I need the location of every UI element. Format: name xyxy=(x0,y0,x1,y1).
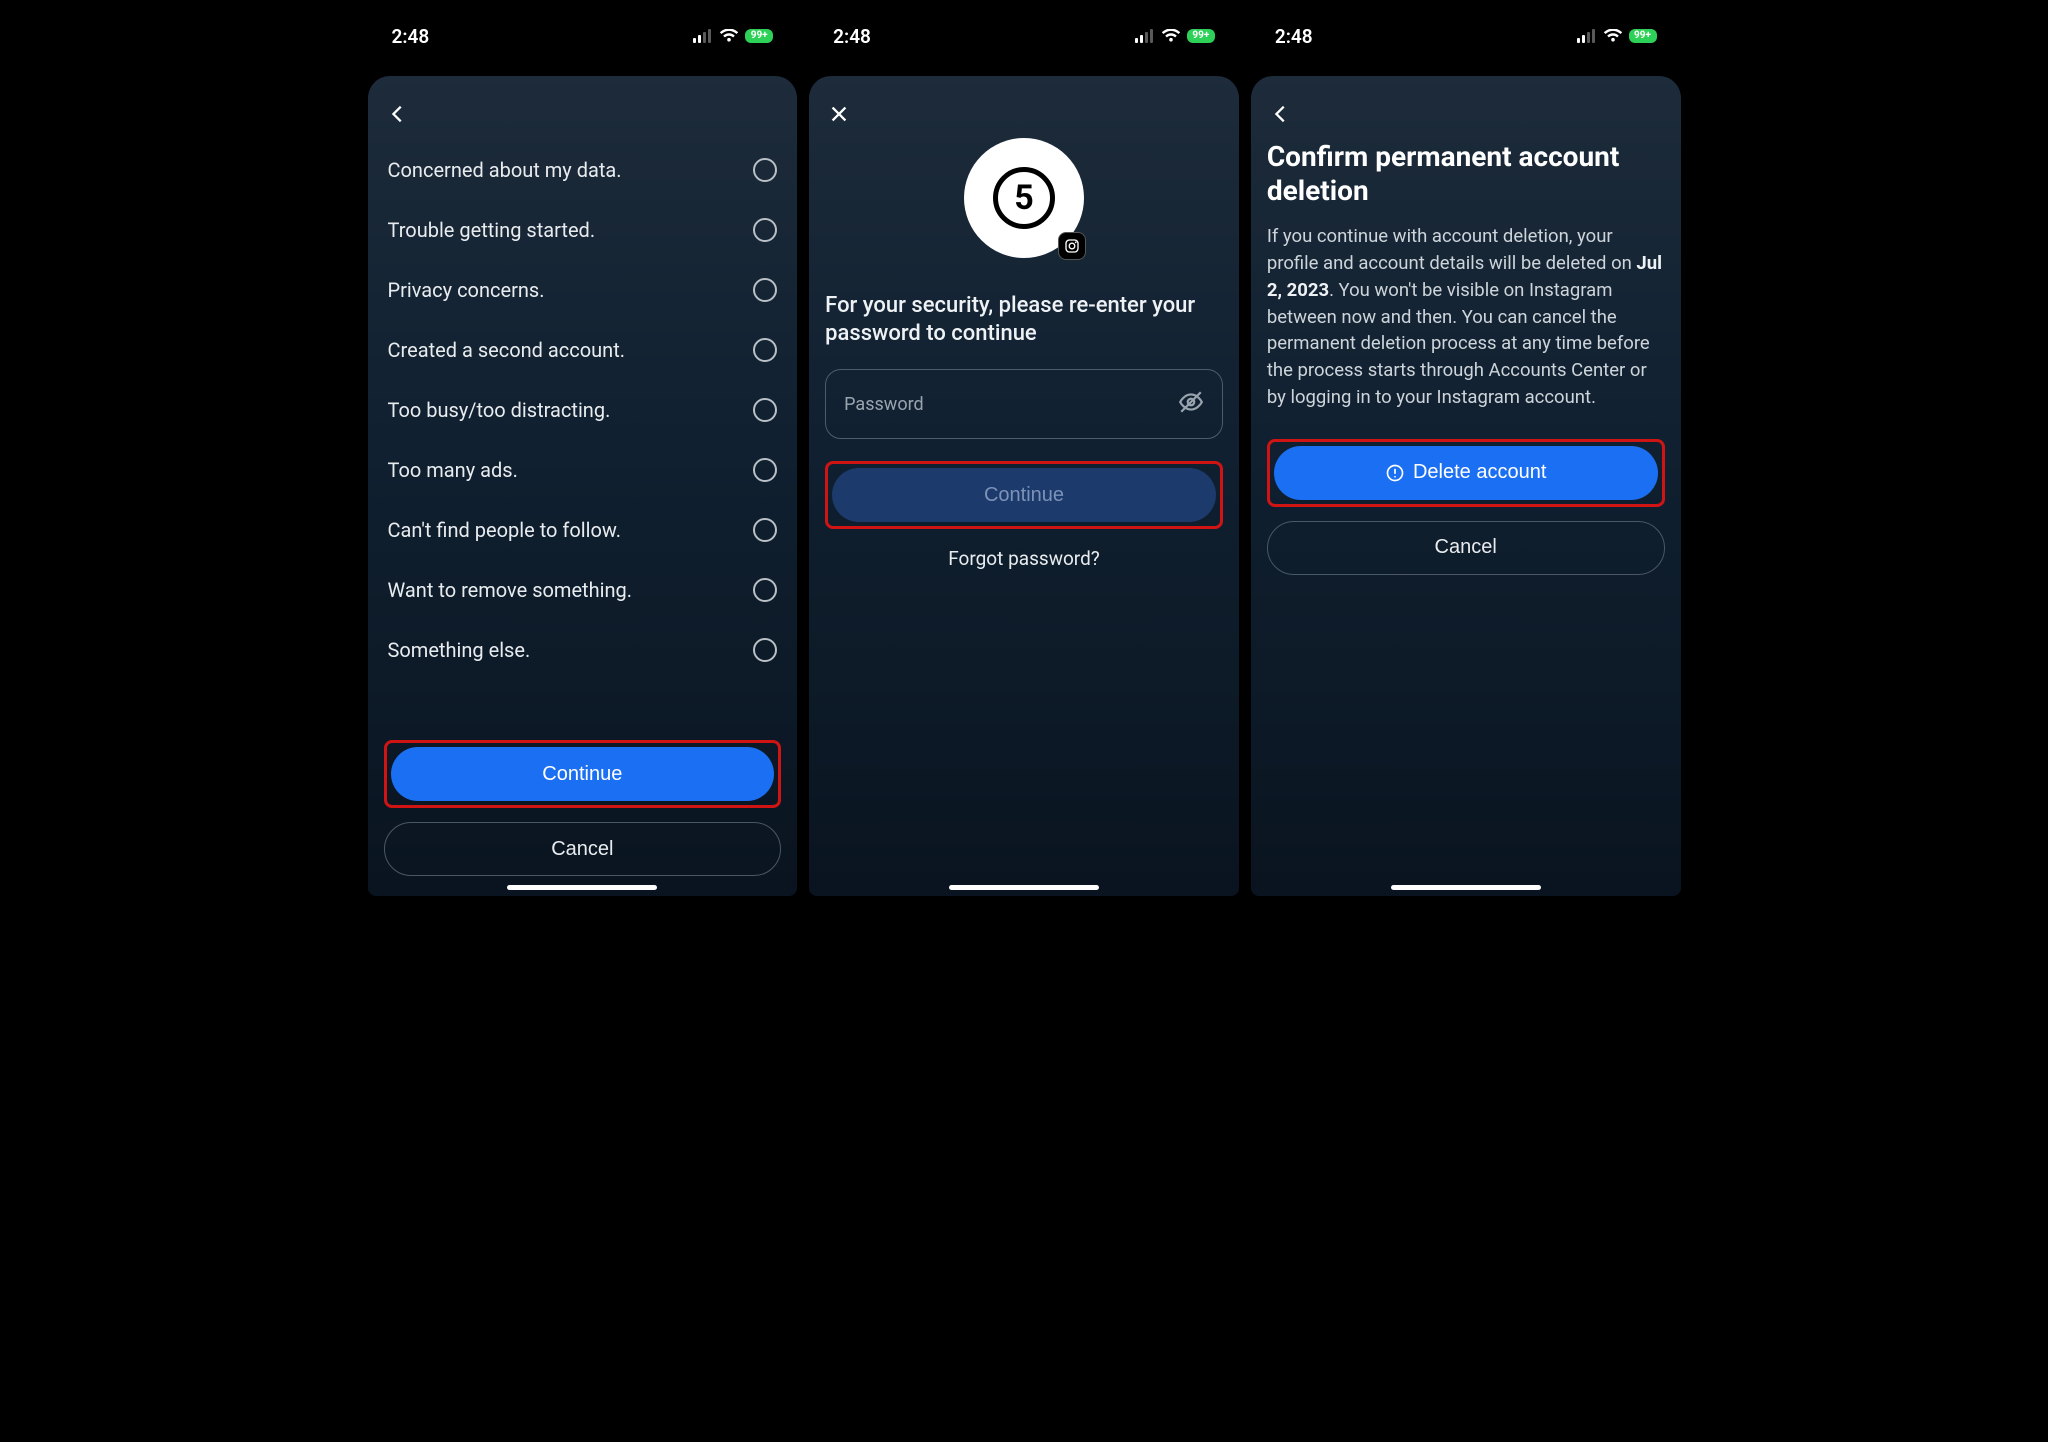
highlight-box: Continue xyxy=(384,740,782,808)
continue-button[interactable]: Continue xyxy=(832,468,1216,522)
home-indicator[interactable] xyxy=(949,885,1099,890)
status-bar: 2:48 99+ xyxy=(809,10,1239,62)
avatar: 5 xyxy=(964,138,1084,258)
status-bar: 2:48 99+ xyxy=(1251,10,1681,62)
status-icons: 99+ xyxy=(693,29,773,43)
instagram-badge-icon xyxy=(1058,232,1086,260)
cell-signal-icon xyxy=(693,29,713,43)
avatar-text: 5 xyxy=(993,167,1055,229)
highlight-box: Delete account xyxy=(1267,439,1665,507)
cell-signal-icon xyxy=(1577,29,1597,43)
reason-label: Trouble getting started. xyxy=(388,218,596,242)
avatar-container: 5 xyxy=(825,138,1223,258)
reason-label: Privacy concerns. xyxy=(388,278,545,302)
radio-icon xyxy=(753,518,777,542)
continue-button[interactable]: Continue xyxy=(391,747,775,801)
delete-account-label: Delete account xyxy=(1413,461,1546,484)
home-indicator[interactable] xyxy=(1391,885,1541,890)
alert-icon xyxy=(1385,463,1405,483)
confirm-title: Confirm permanent account deletion xyxy=(1267,140,1665,207)
radio-icon xyxy=(753,458,777,482)
radio-icon xyxy=(753,638,777,662)
reason-label: Created a second account. xyxy=(388,338,626,362)
reason-option[interactable]: Too many ads. xyxy=(384,440,782,500)
wifi-icon xyxy=(1603,29,1623,43)
phone-screen-1: 2:48 99+ Concerned about my data. Troubl… xyxy=(368,10,798,896)
radio-icon xyxy=(753,278,777,302)
reason-label: Want to remove something. xyxy=(388,578,633,602)
cancel-button[interactable]: Cancel xyxy=(1267,521,1665,575)
highlight-box: Continue xyxy=(825,461,1223,529)
confirm-deletion-sheet: Confirm permanent account deletion If yo… xyxy=(1251,76,1681,896)
eye-off-icon[interactable] xyxy=(1178,389,1204,420)
reason-label: Can't find people to follow. xyxy=(388,518,622,542)
password-placeholder: Password xyxy=(844,394,924,415)
reason-option[interactable]: Concerned about my data. xyxy=(384,140,782,200)
reason-option[interactable]: Privacy concerns. xyxy=(384,260,782,320)
reason-label: Too busy/too distracting. xyxy=(388,398,611,422)
radio-icon xyxy=(753,578,777,602)
password-field[interactable]: Password xyxy=(825,369,1223,439)
reason-option[interactable]: Something else. xyxy=(384,620,782,680)
reason-label: Concerned about my data. xyxy=(388,158,622,182)
radio-icon xyxy=(753,218,777,242)
reason-label: Something else. xyxy=(388,638,531,662)
status-icons: 99+ xyxy=(1577,29,1657,43)
close-icon[interactable] xyxy=(825,100,853,128)
phone-screen-2: 2:48 99+ 5 For your s xyxy=(809,10,1239,896)
reason-option[interactable]: Too busy/too distracting. xyxy=(384,380,782,440)
status-time: 2:48 xyxy=(833,25,871,48)
reason-option[interactable]: Created a second account. xyxy=(384,320,782,380)
back-icon[interactable] xyxy=(384,100,412,128)
reason-list: Concerned about my data. Trouble getting… xyxy=(384,140,782,680)
reason-option[interactable]: Want to remove something. xyxy=(384,560,782,620)
radio-icon xyxy=(753,338,777,362)
reason-label: Too many ads. xyxy=(388,458,518,482)
wifi-icon xyxy=(1161,29,1181,43)
confirm-body: If you continue with account deletion, y… xyxy=(1267,223,1665,411)
forgot-password-link[interactable]: Forgot password? xyxy=(825,547,1223,570)
status-icons: 99+ xyxy=(1135,29,1215,43)
body-pre: If you continue with account deletion, y… xyxy=(1267,225,1637,274)
security-heading: For your security, please re-enter your … xyxy=(825,292,1223,347)
status-time: 2:48 xyxy=(392,25,430,48)
cancel-button[interactable]: Cancel xyxy=(384,822,782,876)
cell-signal-icon xyxy=(1135,29,1155,43)
battery-icon: 99+ xyxy=(1187,29,1215,43)
battery-icon: 99+ xyxy=(1629,29,1657,43)
reason-option[interactable]: Trouble getting started. xyxy=(384,200,782,260)
radio-icon xyxy=(753,158,777,182)
phone-screen-3: 2:48 99+ Confirm permanent account delet… xyxy=(1251,10,1681,896)
status-time: 2:48 xyxy=(1275,25,1313,48)
home-indicator[interactable] xyxy=(507,885,657,890)
password-sheet: 5 For your security, please re-enter you… xyxy=(809,76,1239,896)
reason-option[interactable]: Can't find people to follow. xyxy=(384,500,782,560)
radio-icon xyxy=(753,398,777,422)
deletion-reason-sheet: Concerned about my data. Trouble getting… xyxy=(368,76,798,896)
wifi-icon xyxy=(719,29,739,43)
delete-account-button[interactable]: Delete account xyxy=(1274,446,1658,500)
battery-icon: 99+ xyxy=(745,29,773,43)
status-bar: 2:48 99+ xyxy=(368,10,798,62)
back-icon[interactable] xyxy=(1267,100,1295,128)
